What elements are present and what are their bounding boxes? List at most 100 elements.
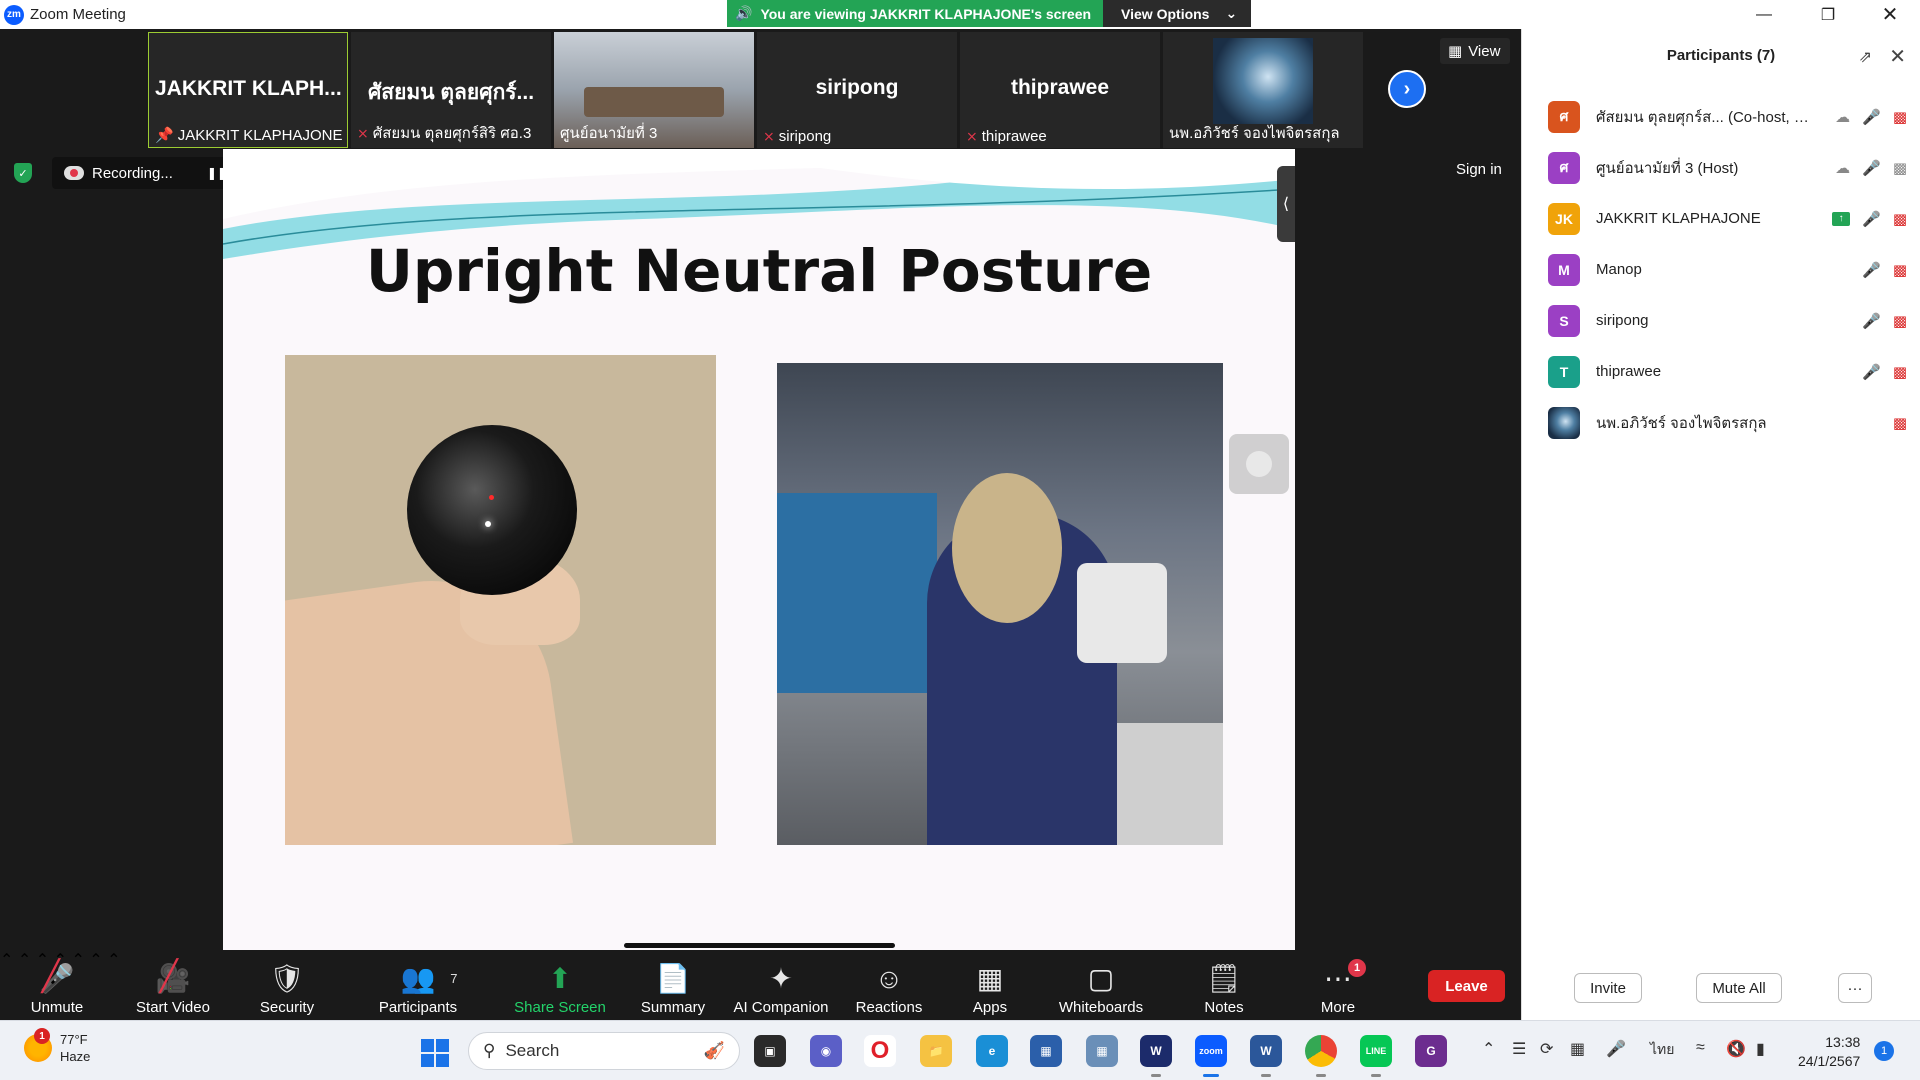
mic-off-icon[interactable]: 🎤 <box>1862 312 1881 330</box>
share-screen-button[interactable]: ⬆ Share Screen <box>512 950 608 1020</box>
participant-row[interactable]: JK JAKKRIT KLAPHAJONE ↑ 🎤 ▩ <box>1522 193 1920 244</box>
encryption-shield-icon[interactable]: ✓ <box>14 163 32 183</box>
opera-browser-icon[interactable]: O <box>864 1035 896 1067</box>
mic-icon[interactable]: 🎤 <box>1862 159 1881 177</box>
speaker-muted-icon[interactable]: 🔇 <box>1726 1039 1746 1059</box>
temperature: 77°F <box>60 1032 88 1047</box>
word-icon[interactable]: W <box>1250 1035 1282 1077</box>
mic-icon[interactable]: 🎤 <box>1862 210 1881 228</box>
participant-name: ศูนย์อนามัยที่ 3 (Host) <box>1596 159 1739 177</box>
grid-icon: ▦ <box>1448 43 1463 60</box>
battery-icon[interactable]: ▮ <box>1756 1039 1765 1059</box>
whiteboards-button[interactable]: ▢ Whiteboards <box>1054 950 1148 1020</box>
dna-avatar-image <box>1213 38 1313 124</box>
leave-button[interactable]: Leave <box>1428 970 1505 1002</box>
share-screen-label: Share Screen <box>514 999 606 1016</box>
participant-row[interactable]: S siripong 🎤 ▩ <box>1522 295 1920 346</box>
view-options-label: View Options <box>1121 5 1210 22</box>
video-off-icon[interactable]: ▩ <box>1893 312 1907 330</box>
apps-button[interactable]: ▦ Apps <box>960 950 1020 1020</box>
video-thumbnail-sasyamon[interactable]: ศัสยมน ตุลยศุกร์... ⨯ ศัสยมน ตุลยศุกร์สิร… <box>351 32 551 148</box>
notes-button[interactable]: 🗒 Notes <box>1194 950 1254 1020</box>
video-thumbnail-thiprawee[interactable]: thiprawee ⨯ thiprawee <box>960 32 1160 148</box>
microsoft-store-icon[interactable]: ▦ <box>1030 1035 1062 1067</box>
taskbar-search-box[interactable]: ⚲ Search 🎻 <box>468 1032 740 1070</box>
view-button[interactable]: ▦ View <box>1440 38 1510 64</box>
microphone-tray-icon[interactable]: 🎤 <box>1606 1039 1626 1059</box>
chrome-browser-icon[interactable] <box>1305 1035 1337 1077</box>
participant-row[interactable]: T thiprawee 🎤 ▩ <box>1522 346 1920 397</box>
mic-off-icon[interactable]: 🎤 <box>1862 363 1881 381</box>
webex-icon[interactable]: W <box>1140 1035 1172 1077</box>
search-icon: ⚲ <box>483 1041 496 1060</box>
close-panel-icon[interactable]: ✕ <box>1889 44 1906 69</box>
next-page-arrow-icon[interactable]: › <box>1388 70 1426 108</box>
file-explorer-icon[interactable]: 📁 <box>920 1035 952 1067</box>
notes-icon: 🗒 <box>1206 963 1242 994</box>
participant-row[interactable]: M Manop 🎤 ▩ <box>1522 244 1920 295</box>
reactions-button[interactable]: ☺ Reactions <box>852 950 926 1020</box>
video-thumbnail-apiwat[interactable]: นพ.อภิวัชร์ จองไพจิตรสกุล <box>1163 32 1363 148</box>
notes-options-caret-icon[interactable]: ⌃ <box>107 952 120 969</box>
video-off-icon[interactable]: ▩ <box>1893 108 1907 126</box>
thumbnail-label: ⨯ siripong <box>763 128 832 145</box>
unmute-button[interactable]: 🎤 ╱ Unmute <box>20 950 94 1020</box>
summary-button[interactable]: 📄 Summary <box>636 950 710 1020</box>
teams-chat-icon[interactable]: ◉ <box>810 1035 842 1067</box>
more-label: More <box>1320 999 1356 1016</box>
mic-off-icon[interactable]: 🎤 <box>1862 261 1881 279</box>
minimize-icon[interactable]: — <box>1736 0 1792 29</box>
windows-start-icon[interactable] <box>421 1039 449 1067</box>
video-thumbnail-siripong[interactable]: siripong ⨯ siripong <box>757 32 957 148</box>
more-options-button[interactable]: ··· <box>1838 973 1872 1003</box>
tray-app-icon[interactable]: ☰ <box>1512 1039 1526 1059</box>
photos-app-icon[interactable]: ▦ <box>1086 1035 1118 1067</box>
participants-button[interactable]: 👥 7 Participants <box>370 950 466 1020</box>
participant-row[interactable]: ศ ศูนย์อนามัยที่ 3 (Host) ☁ 🎤 ▩ <box>1522 142 1920 193</box>
zoom-taskbar-icon[interactable]: zoom <box>1195 1035 1227 1077</box>
tray-meter-icon[interactable]: ▦ <box>1570 1039 1585 1059</box>
pdf-app-icon[interactable]: G <box>1415 1035 1447 1067</box>
weather-widget[interactable]: 1 77°F Haze <box>24 1028 90 1065</box>
speaker-icon: 🔊 <box>735 5 753 21</box>
close-icon[interactable]: ✕ <box>1862 0 1918 29</box>
view-options-button[interactable]: View Options ⌄ <box>1103 0 1252 27</box>
restore-icon[interactable]: ❐ <box>1800 0 1856 29</box>
avatar: S <box>1548 304 1580 337</box>
video-off-icon[interactable]: ▩ <box>1893 363 1907 381</box>
scroll-indicator[interactable] <box>624 943 895 948</box>
mic-off-icon[interactable]: 🎤 <box>1862 108 1881 126</box>
popout-icon[interactable]: ⇗ <box>1859 47 1872 67</box>
onedrive-sync-icon[interactable]: ⟳ <box>1540 1039 1553 1059</box>
audio-options-caret-icon[interactable]: ⌃ <box>0 952 13 969</box>
show-hidden-icons-caret[interactable]: ⌃ <box>1482 1039 1495 1059</box>
line-app-icon[interactable]: LINE <box>1360 1035 1392 1077</box>
edge-browser-icon[interactable]: e <box>976 1035 1008 1067</box>
mute-all-button[interactable]: Mute All <box>1696 973 1782 1003</box>
floating-control-button[interactable] <box>1229 434 1289 494</box>
participant-row[interactable]: ศ ศัสยมน ตุลยศุกร์ส... (Co-host, me) ☁ 🎤 ▩ <box>1522 91 1920 142</box>
video-icon[interactable]: ▩ <box>1893 159 1907 177</box>
start-video-button[interactable]: 🎥 ╱ Start Video <box>130 950 216 1020</box>
avatar-image <box>1548 406 1580 439</box>
invite-button[interactable]: Invite <box>1574 973 1642 1003</box>
video-off-icon[interactable]: ▩ <box>1893 261 1907 279</box>
notification-badge[interactable]: 1 <box>1874 1041 1894 1061</box>
video-thumbnail-health-center[interactable]: ศูนย์อนามัยที่ 3 <box>554 32 754 148</box>
mic-off-icon: ⨯ <box>357 124 369 141</box>
wifi-icon[interactable]: ≈ <box>1696 1039 1705 1057</box>
sign-in-link[interactable]: Sign in <box>1456 161 1502 178</box>
pin-icon: 📌 <box>155 127 174 144</box>
participant-row[interactable]: นพ.อภิวัชร์ จองไพจิตรสกุล ▩ <box>1522 397 1920 448</box>
security-button[interactable]: 🛡 Security <box>252 950 322 1020</box>
video-thumbnail-jakkrit[interactable]: JAKKRIT KLAPH... 📌 JAKKRIT KLAPHAJONE <box>148 32 348 148</box>
video-off-icon[interactable]: ▩ <box>1893 210 1907 228</box>
input-language[interactable]: ไทย <box>1650 1039 1674 1061</box>
system-clock[interactable]: 13:38 24/1/2567 <box>1798 1033 1860 1071</box>
more-button[interactable]: ⋯ 1 More <box>1308 950 1368 1020</box>
search-highlight-icon: 🎻 <box>703 1041 725 1060</box>
video-off-icon[interactable]: ▩ <box>1893 414 1907 432</box>
ai-companion-button[interactable]: ✦ AI Companion <box>728 950 834 1020</box>
collapse-panel-handle[interactable]: ⟨ <box>1277 166 1295 242</box>
task-view-icon[interactable]: ▣ <box>754 1035 786 1067</box>
